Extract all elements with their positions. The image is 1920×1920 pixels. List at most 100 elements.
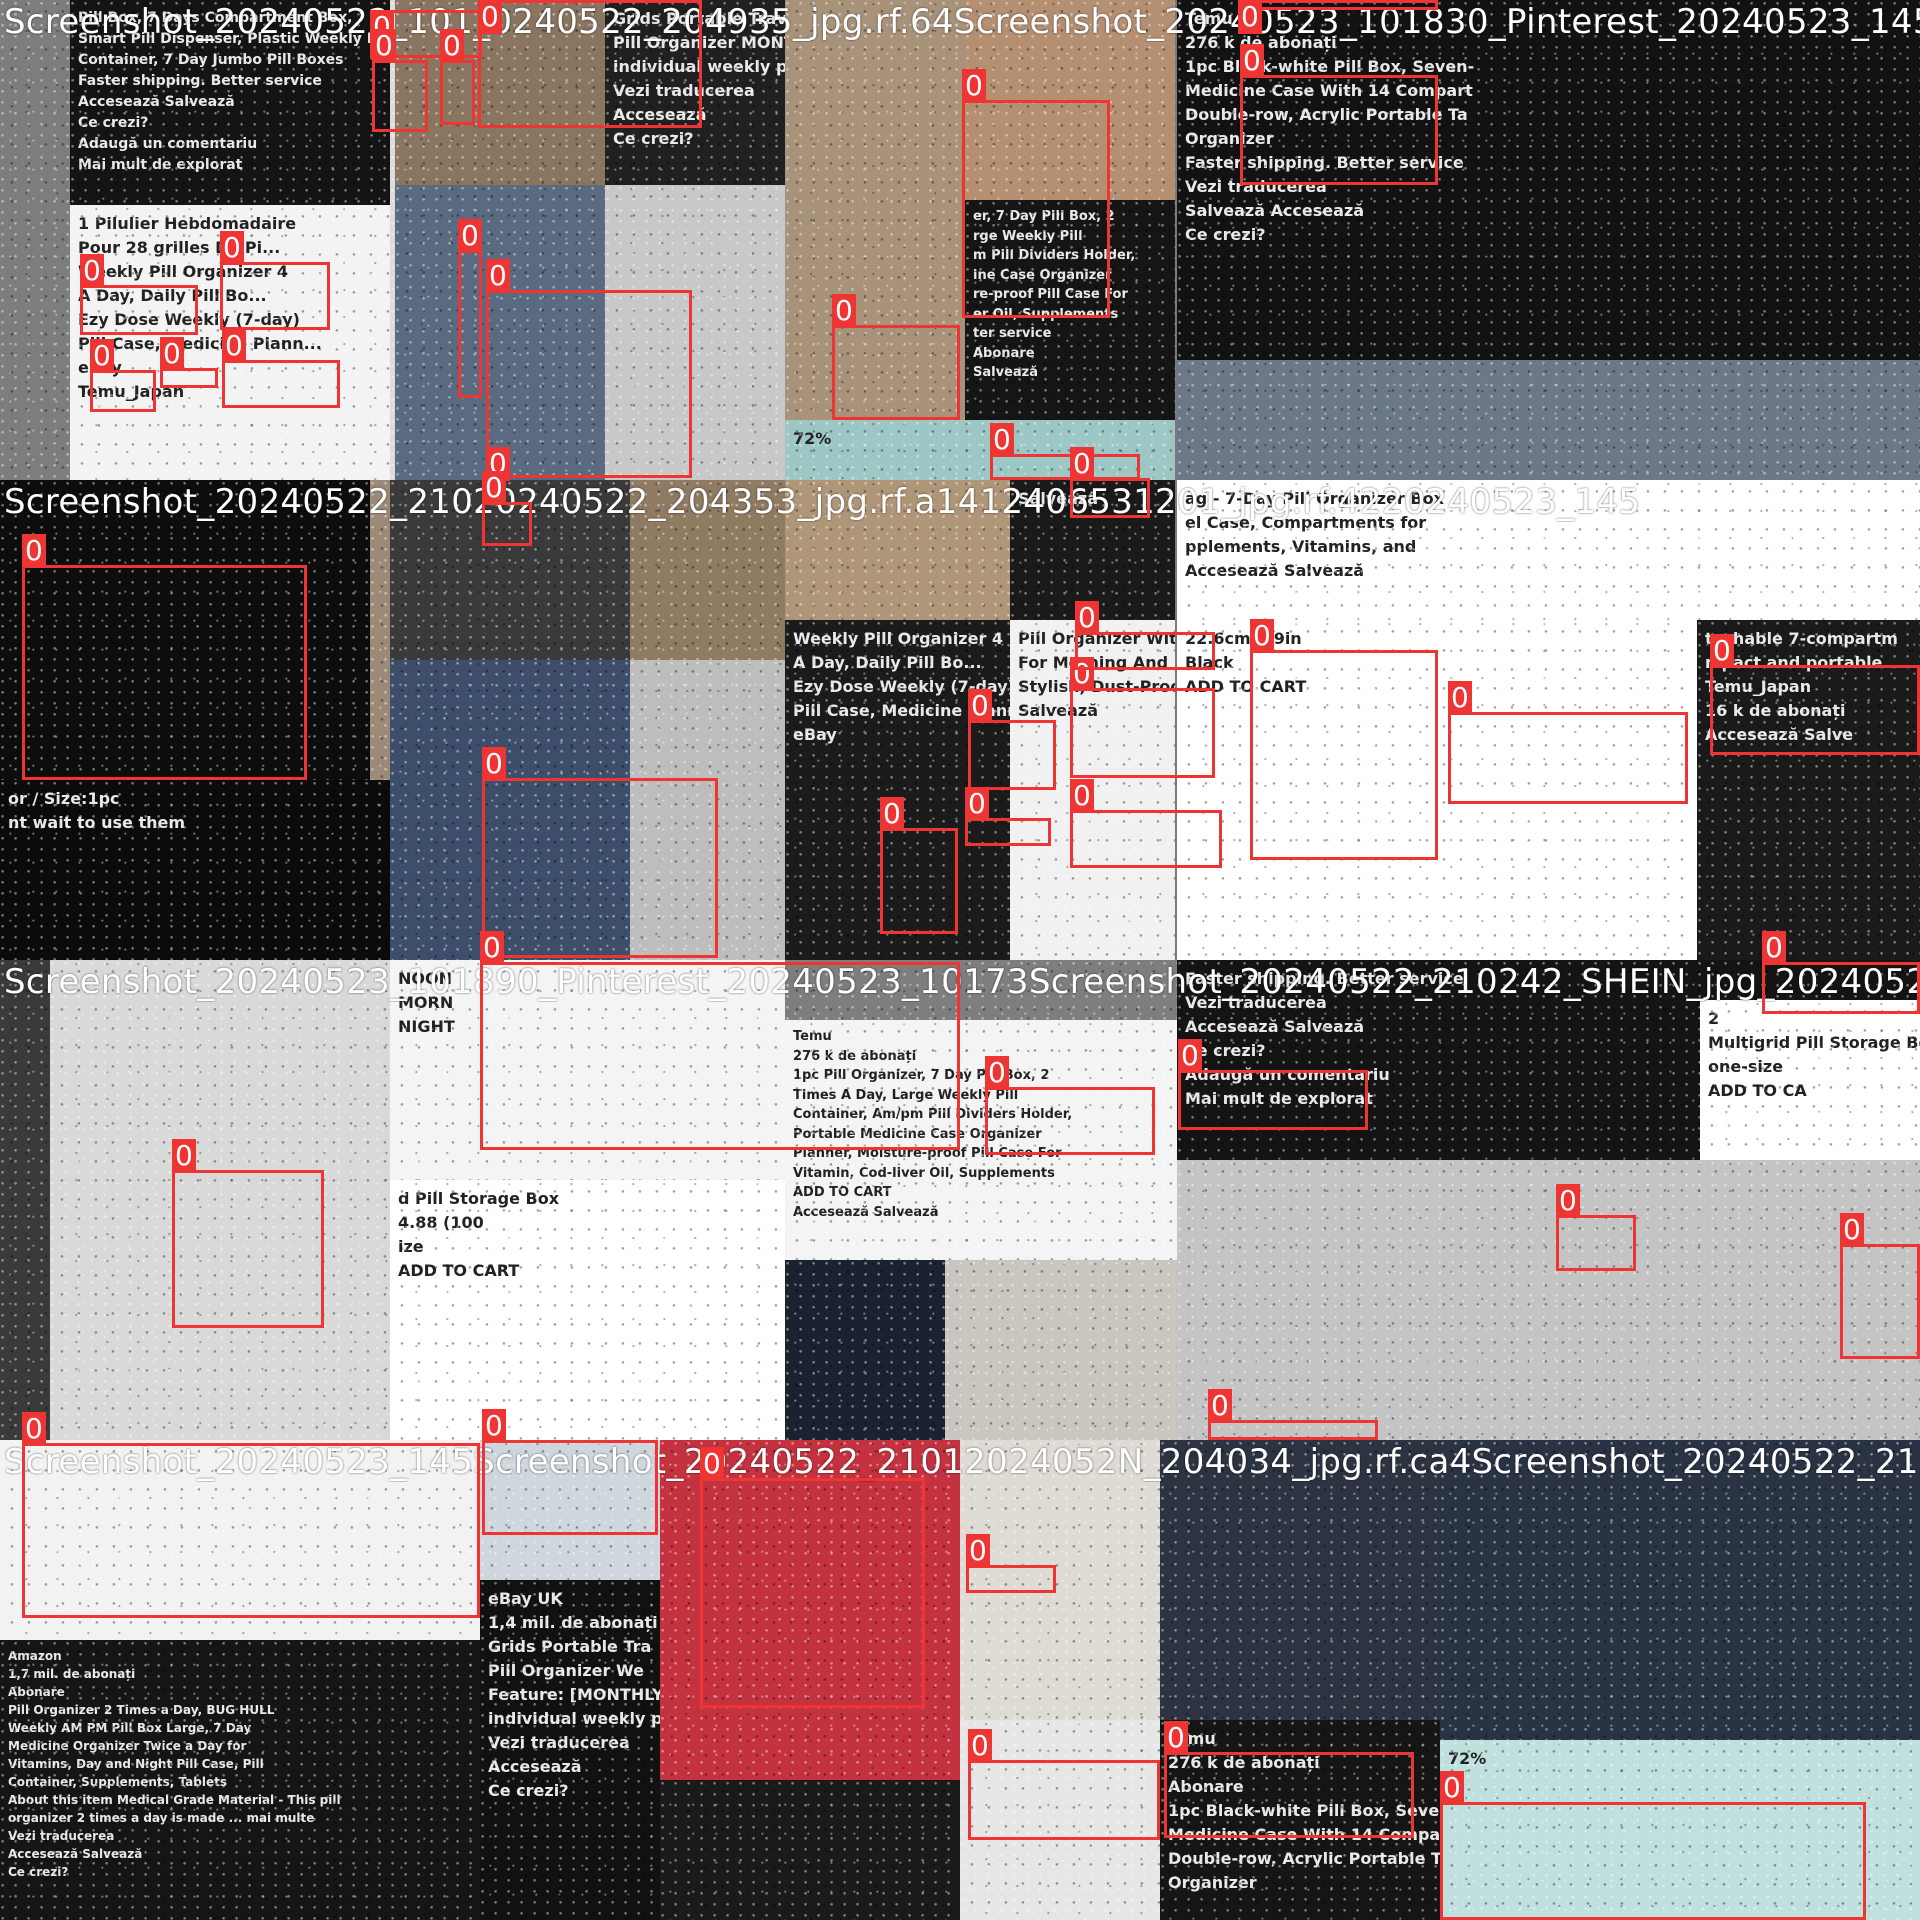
detection-box: 0 [965,787,1051,846]
detection-box: 0 [1710,634,1920,755]
detection-box: 0 [1070,447,1150,518]
detection-class-label: 0 [1238,0,1262,34]
detection-class-label: 0 [220,231,244,265]
tile-filename-title: Screenshot_20240522_101_0240522_204935_j… [4,2,1920,42]
screenshot-text: Vezi traducerea [8,1829,115,1843]
detection-box: 0 [458,219,482,398]
detection-class-label: 0 [440,29,464,63]
mosaic-grid: Pill Box, 7 Days Compartment Box, Smart P… [0,0,1920,1920]
detection-box: 0 [962,69,1110,318]
detection-class-label: 0 [222,329,246,363]
screenshot-text: individual weekly pill box [488,1709,660,1728]
detection-class-label: 0 [1840,1213,1864,1247]
detection-box: 0 [22,534,307,780]
detection-box: 0 [1070,779,1222,868]
screenshot-text: Pill Organizer We [488,1661,644,1680]
detection-class-label: 0 [482,471,506,505]
detection-box: 0 [968,689,1056,790]
screenshot-text: Container, Supplements, Tablets [8,1775,227,1789]
detection-box: 0 [172,1139,324,1328]
detection-class-label: 0 [160,337,184,371]
detection-class-label: 0 [458,219,482,253]
detection-class-label: 0 [966,1534,990,1568]
screenshot-text: Grids Portable Tra [488,1637,652,1656]
detection-class-label: 0 [965,787,989,821]
detection-class-label: 0 [1440,1771,1464,1805]
detection-class-label: 0 [172,1139,196,1173]
tile-filename-title: Screenshot_20240523_101890_Pinterest_202… [4,962,1920,1002]
detection-box: 0 [1250,619,1438,860]
image-region: eBay UK 1,4 mil. de abonați Grids Portable… [480,1580,660,1920]
detection-class-label: 0 [482,747,506,781]
detection-class-label: 0 [700,1447,724,1481]
screenshot-text: 1,7 mil. de abonați [8,1667,136,1681]
image-region [1440,1440,1920,1740]
detection-class-label: 0 [1070,447,1094,481]
detection-box: 0 [1762,931,1920,1014]
noise-overlay [660,1780,960,1920]
screenshot-text: Weekly AM PM Pill Box Large, 7 Day [8,1721,252,1735]
detection-box: 0 [1075,601,1215,670]
detection-box: 0 [220,231,330,330]
image-region [1160,1440,1440,1720]
detection-box: 0 [700,1447,925,1708]
screenshot-text: Vitamins, Day and Night Pill Case, Pill [8,1757,264,1771]
screenshot-text: Organizer [1168,1873,1257,1892]
detection-box: 0 [1556,1184,1636,1271]
detection-box: 0 [482,1409,658,1535]
detection-box: 0 [160,337,218,388]
detection-class-label: 0 [1762,931,1786,965]
detection-class-label: 0 [1164,1721,1188,1755]
detection-class-label: 0 [486,259,510,293]
image-region [660,1780,960,1920]
detection-box: 0 [486,259,692,478]
detection-box: 0 [990,423,1140,480]
detection-box: 0 [1240,44,1438,185]
detection-class-label: 0 [1178,1039,1202,1073]
detection-class-label: 0 [1070,779,1094,813]
detection-box: 0 [1440,1771,1866,1920]
detection-class-label: 0 [880,797,904,831]
detection-box: 0 [968,1729,1160,1840]
detection-class-label: 0 [90,339,114,373]
screenshot-text: Pill Organizer 2 Times a Day, BUG HULL [8,1703,275,1717]
detection-box: 0 [372,29,428,132]
detection-class-label: 0 [990,423,1014,457]
detection-box: 0 [1164,1721,1414,1838]
screenshot-text: About this item Medical Grade Material -… [8,1793,341,1807]
detection-box: 0 [1208,1389,1378,1440]
screenshot-text: Accesează [488,1757,582,1776]
detection-box: 0 [440,29,475,125]
detection-class-label: 0 [832,294,856,328]
detection-box: 0 [80,254,198,335]
detection-box: 0 [478,0,702,128]
detection-box: 0 [1840,1213,1920,1359]
detection-class-label: 0 [80,254,104,288]
noise-overlay [1160,1440,1440,1720]
screenshot-text: eBay UK [488,1589,563,1608]
detection-box: 0 [90,339,156,412]
detection-box: 0 [482,471,532,546]
screenshot-text: Double-row, Acrylic Portable Tablet [1168,1849,1440,1868]
detection-class-label: 0 [1710,634,1734,668]
detection-box: 0 [832,294,960,420]
detection-box: 0 [1070,657,1215,778]
screenshot-text: Vezi traducerea [488,1733,630,1752]
detection-class-label: 0 [985,1056,1009,1090]
screenshot-text: Medicine Organizer Twice a Day for [8,1739,247,1753]
screenshot-text: Ce crezi? [8,1865,69,1879]
detection-box: 0 [985,1056,1155,1155]
detection-class-label: 0 [480,931,504,965]
screenshot-text: 72% [1448,1749,1487,1768]
detection-box: 0 [1238,0,1438,34]
detection-box: 0 [222,329,340,408]
screenshot-text: organizer 2 times a day is made ... mai … [8,1811,315,1825]
detection-class-label: 0 [1240,44,1264,78]
screenshot-text: Abonare [8,1685,65,1699]
detection-box: 0 [1448,681,1688,804]
tile-filename-title: Screenshot_20240522_21020240522_204353_j… [4,482,1641,522]
screenshot-text: Ce crezi? [488,1781,569,1800]
image-region: Amazon 1,7 mil. de abonați Abonare Pill Org… [0,1640,480,1920]
detection-box: 0 [1178,1039,1368,1130]
detection-class-label: 0 [1075,601,1099,635]
